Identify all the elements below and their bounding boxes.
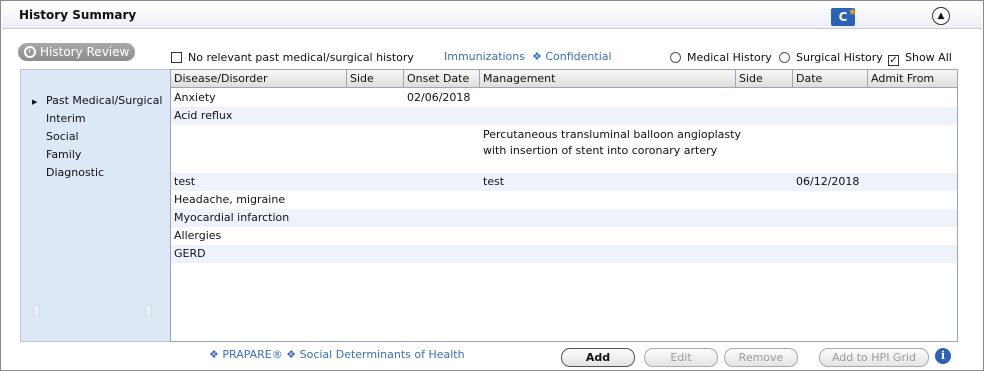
- star-icon: ★: [848, 7, 857, 18]
- page-title: History Summary: [19, 8, 137, 22]
- surgical-history-radio[interactable]: [779, 52, 790, 63]
- app-launch-icon[interactable]: C ★: [831, 7, 857, 26]
- disease-cell: Myocardial infarction: [174, 211, 290, 224]
- immunizations-link[interactable]: Immunizations: [444, 50, 525, 63]
- nav-item-family[interactable]: Family: [46, 148, 81, 161]
- history-review-label: History Review: [40, 45, 130, 59]
- column-header-management-side[interactable]: Side: [736, 70, 793, 88]
- table-row[interactable]: Myocardial infarction: [171, 209, 957, 227]
- nav-item-interim[interactable]: Interim: [46, 112, 86, 125]
- history-summary-panel: History Summary C ★ ▲ History Review No …: [0, 0, 984, 371]
- history-category-nav: ▶ Past Medical/Surgical Interim Social F…: [20, 69, 170, 342]
- scroll-right-handle[interactable]: [145, 305, 152, 317]
- medical-history-radio[interactable]: [670, 52, 681, 63]
- history-review-button[interactable]: History Review: [18, 43, 135, 61]
- column-header-side[interactable]: Side: [347, 70, 404, 88]
- no-relevant-history-checkbox[interactable]: [171, 52, 182, 63]
- surgical-history-label: Surgical History: [796, 51, 883, 64]
- show-all-label: Show All: [905, 51, 952, 64]
- clock-icon: [24, 46, 36, 58]
- add-to-hpi-grid-button[interactable]: Add to HPI Grid: [819, 348, 929, 367]
- medical-history-label: Medical History: [687, 51, 772, 64]
- selected-arrow-icon: ▶: [32, 98, 38, 106]
- show-all-checkbox[interactable]: ✓: [888, 55, 899, 66]
- history-grid: Disease/Disorder Side Onset Date Managem…: [170, 69, 958, 342]
- add-button[interactable]: Add: [561, 348, 635, 367]
- disease-cell: Headache, migraine: [174, 193, 286, 206]
- nav-item-past-medical-surgical[interactable]: Past Medical/Surgical: [46, 94, 162, 107]
- column-header-management[interactable]: Management: [480, 70, 736, 88]
- nav-item-social[interactable]: Social: [46, 130, 79, 143]
- no-relevant-history-option[interactable]: No relevant past medical/surgical histor…: [171, 51, 414, 64]
- disease-cell: GERD: [174, 247, 206, 260]
- no-relevant-history-label: No relevant past medical/surgical histor…: [188, 51, 414, 64]
- disease-cell: test: [174, 175, 196, 188]
- column-header-admit-from[interactable]: Admit From: [868, 70, 957, 88]
- grid-header: Disease/Disorder Side Onset Date Managem…: [171, 70, 957, 88]
- table-row[interactable]: test test 06/12/2018: [171, 173, 957, 191]
- table-row[interactable]: Headache, migraine: [171, 191, 957, 209]
- surgical-history-option[interactable]: Surgical History: [779, 51, 883, 64]
- column-header-onset-date[interactable]: Onset Date: [404, 70, 480, 88]
- app-icon-letter: C: [838, 10, 848, 24]
- scroll-left-handle[interactable]: [33, 305, 40, 317]
- confidential-link[interactable]: ❖ Confidential: [532, 50, 612, 63]
- prapare-sdoh-link[interactable]: ❖ PRAPARE® ❖ Social Determinants of Heal…: [209, 348, 465, 361]
- medical-history-option[interactable]: Medical History: [670, 51, 772, 64]
- disease-cell: Anxiety: [174, 91, 216, 104]
- disease-cell: Allergies: [174, 229, 222, 242]
- column-header-disease[interactable]: Disease/Disorder: [171, 70, 347, 88]
- table-row[interactable]: GERD: [171, 245, 957, 263]
- disease-cell: Acid reflux: [174, 109, 233, 122]
- management-cell: test: [483, 175, 505, 188]
- management-cell-line2: with insertion of stent into coronary ar…: [483, 144, 718, 157]
- panel-header: History Summary C ★ ▲: [2, 2, 982, 29]
- remove-button[interactable]: Remove: [724, 348, 798, 367]
- table-row[interactable]: Anxiety 02/06/2018: [171, 89, 957, 107]
- table-row[interactable]: Percutaneous transluminal balloon angiop…: [171, 125, 957, 173]
- nav-item-diagnostic[interactable]: Diagnostic: [46, 166, 104, 179]
- show-all-option[interactable]: ✓ Show All: [888, 51, 952, 66]
- collapse-icon[interactable]: ▲: [932, 7, 950, 25]
- edit-button[interactable]: Edit: [644, 348, 718, 367]
- date-cell: 06/12/2018: [796, 175, 860, 188]
- table-row[interactable]: Allergies: [171, 227, 957, 245]
- table-row[interactable]: Acid reflux: [171, 107, 957, 125]
- onset-date-cell: 02/06/2018: [407, 91, 471, 104]
- info-icon[interactable]: i: [935, 348, 951, 364]
- column-header-date[interactable]: Date: [793, 70, 868, 88]
